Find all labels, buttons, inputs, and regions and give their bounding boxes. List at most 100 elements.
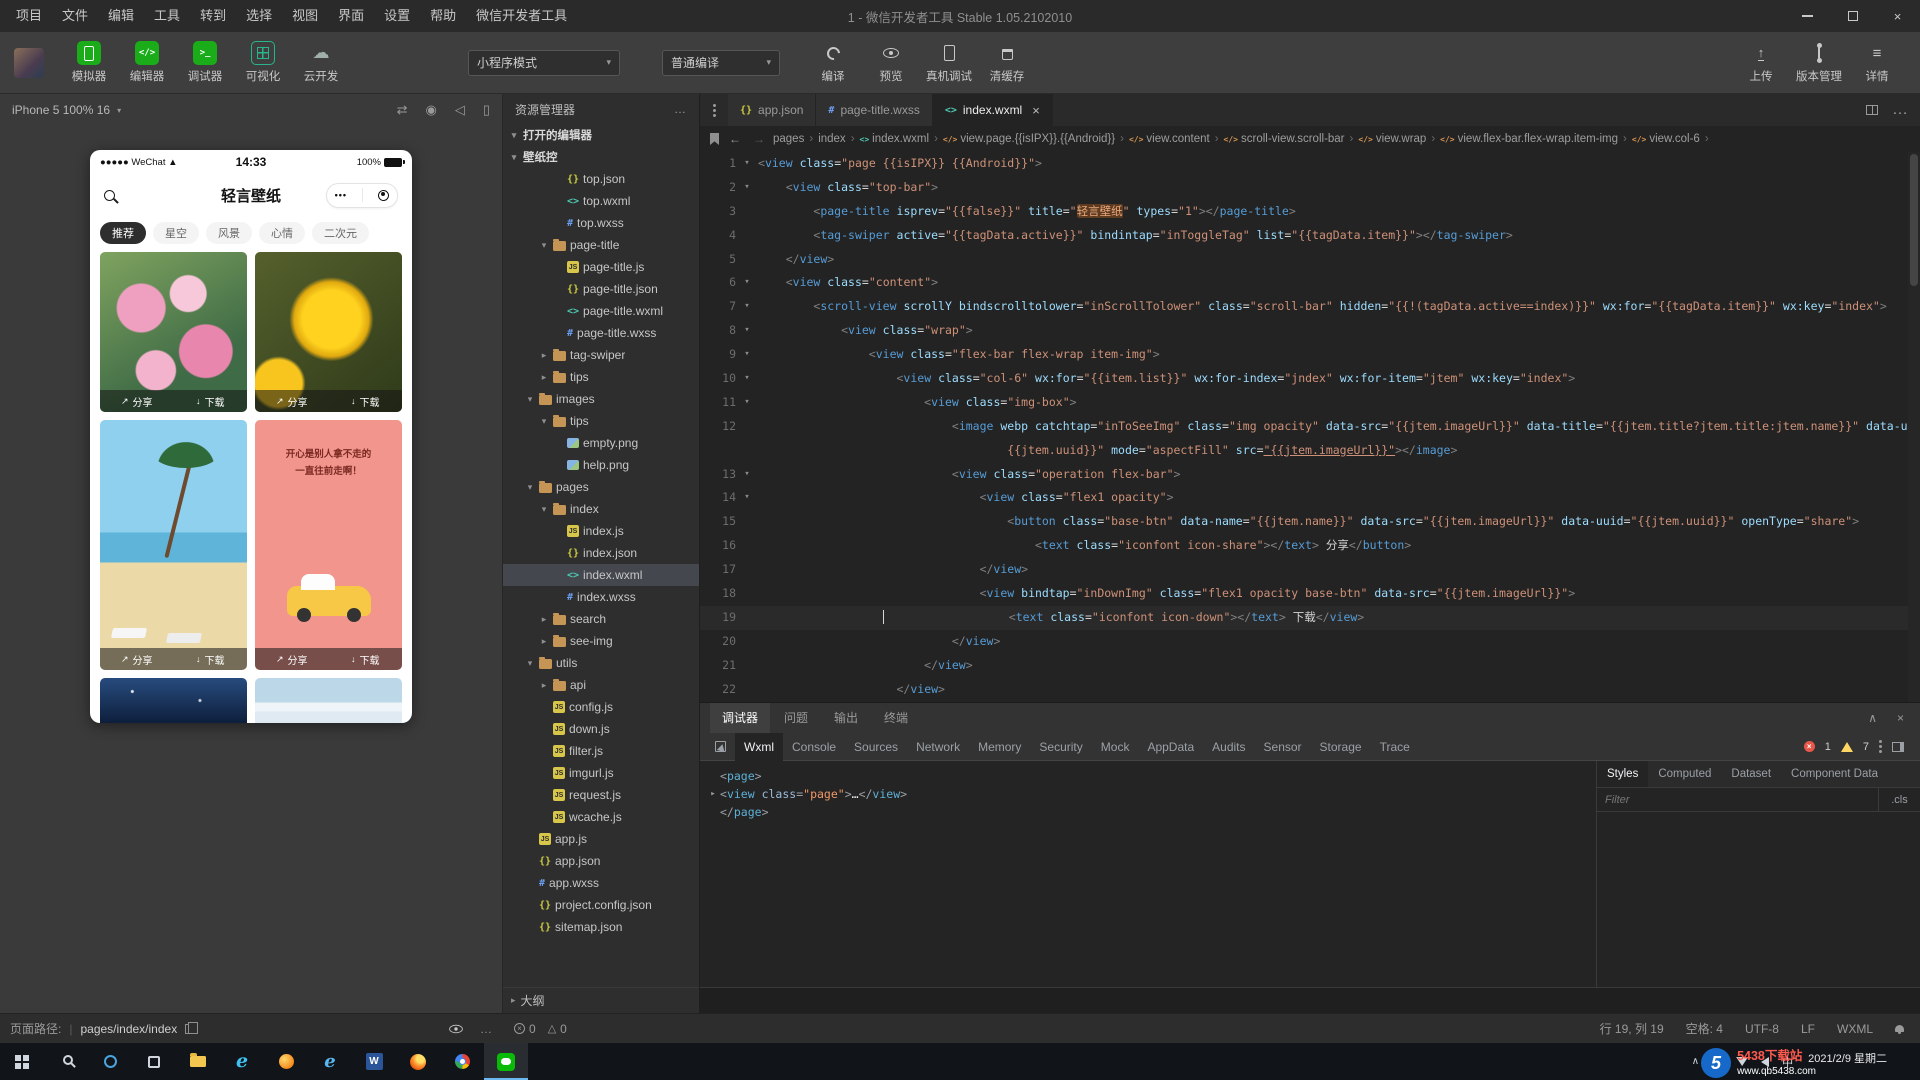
code-line[interactable]: 2▾ <view class="top-bar"> — [700, 176, 1920, 200]
tree-item[interactable]: ▾page-title — [503, 234, 699, 256]
editor-tab[interactable]: {}app.json — [728, 94, 816, 126]
dom-tree-row[interactable]: </page> — [700, 803, 1596, 821]
tree-item[interactable]: help.png — [503, 454, 699, 476]
fold-icon[interactable]: ▾ — [736, 271, 758, 295]
multi-device-icon[interactable]: ▯ — [483, 102, 490, 118]
taskbar-app-start-icon[interactable] — [0, 1043, 44, 1080]
toolbar-button[interactable]: 模拟器 — [60, 41, 118, 84]
taskbar-app-orange-icon[interactable] — [264, 1043, 308, 1080]
tree-item[interactable]: ▾index — [503, 498, 699, 520]
more-icon[interactable]: … — [1892, 101, 1908, 119]
taskbar-app-cortana-icon[interactable] — [88, 1043, 132, 1080]
debugger-panel-tab[interactable]: 输出 — [822, 703, 870, 733]
code-line[interactable]: 19 <text class="iconfont icon-down"></te… — [700, 606, 1920, 630]
preview-eye-icon[interactable] — [449, 1024, 463, 1033]
tree-item[interactable]: empty.png — [503, 432, 699, 454]
share-button[interactable]: ↗分享 — [100, 648, 174, 670]
devtools-tab[interactable]: Wxml — [735, 733, 783, 761]
editor-tab[interactable]: #page-title.wxss — [816, 94, 932, 126]
notifications-bell-icon[interactable] — [1895, 1025, 1904, 1032]
code-line[interactable]: 16 <text class="iconfont icon-share"></t… — [700, 534, 1920, 558]
devtools-tab[interactable]: Console — [783, 733, 845, 761]
taskbar-app-word-icon[interactable]: W — [352, 1043, 396, 1080]
fold-icon[interactable]: ▾ — [736, 391, 758, 415]
console-drawer[interactable] — [700, 987, 1920, 1013]
devtools-tab[interactable]: Trace — [1371, 733, 1419, 761]
tree-item[interactable]: ▸search — [503, 608, 699, 630]
menubar-item[interactable]: 微信开发者工具 — [466, 0, 577, 32]
tree-item[interactable]: {}page-title.json — [503, 278, 699, 300]
breadcrumb-item[interactable]: index — [818, 133, 846, 145]
category-tab[interactable]: 推荐 — [100, 222, 146, 244]
code-line[interactable]: 4 <tag-swiper active="{{tagData.active}}… — [700, 224, 1920, 248]
breadcrumb-item[interactable]: pages — [773, 133, 804, 145]
tree-item[interactable]: #app.wxss — [503, 872, 699, 894]
rotate-icon[interactable]: ⇄ — [397, 102, 408, 118]
toolbar-button[interactable]: 版本管理 — [1790, 41, 1848, 84]
tree-item[interactable]: ▸tips — [503, 366, 699, 388]
category-tab[interactable]: 星空 — [153, 222, 199, 244]
tree-item[interactable]: ▾tips — [503, 410, 699, 432]
close-icon[interactable]: × — [1897, 711, 1904, 725]
expand-icon[interactable]: ▸ — [706, 785, 720, 803]
breadcrumb-item[interactable]: </>view.wrap — [1358, 133, 1426, 145]
debugger-panel-tab[interactable]: 调试器 — [710, 703, 770, 733]
code-line[interactable]: 22 </view> — [700, 678, 1920, 702]
fold-icon[interactable]: ▾ — [736, 463, 758, 487]
share-button[interactable]: ↗分享 — [255, 390, 329, 412]
fold-icon[interactable]: ▾ — [736, 367, 758, 391]
encoding-setting[interactable]: UTF-8 — [1745, 1022, 1779, 1036]
wallpaper-card[interactable]: ↗分享↓下载 — [100, 420, 247, 670]
tree-item[interactable]: #top.wxss — [503, 212, 699, 234]
tree-item[interactable]: JSdown.js — [503, 718, 699, 740]
tree-item[interactable]: <>index.wxml — [503, 564, 699, 586]
tree-item[interactable]: {}index.json — [503, 542, 699, 564]
breadcrumb-item[interactable]: </>view.flex-bar.flex-wrap.item-img — [1440, 133, 1618, 145]
toolbar-button[interactable]: 清缓存 — [978, 41, 1036, 84]
cls-button[interactable]: .cls — [1878, 788, 1920, 812]
tree-item[interactable]: ▸tag-swiper — [503, 344, 699, 366]
taskbar-app-taskview-icon[interactable] — [132, 1043, 176, 1080]
menubar-item[interactable]: 帮助 — [420, 0, 466, 32]
share-button[interactable]: ↗分享 — [100, 390, 174, 412]
tree-item[interactable]: JSwcache.js — [503, 806, 699, 828]
tree-item[interactable]: ▸see-img — [503, 630, 699, 652]
tree-item[interactable]: JSconfig.js — [503, 696, 699, 718]
download-button[interactable]: ↓下载 — [329, 648, 403, 670]
code-editor[interactable]: 1▾<view class="page {{isIPX}} {{Android}… — [700, 152, 1920, 702]
toolbar-button[interactable]: ↑上传 — [1732, 41, 1790, 84]
tree-item[interactable]: <>page-title.wxml — [503, 300, 699, 322]
devtools-tab[interactable]: Sources — [845, 733, 907, 761]
devtools-tab[interactable]: Network — [907, 733, 969, 761]
more-icon[interactable]: ••• — [335, 190, 347, 200]
download-button[interactable]: ↓下载 — [329, 390, 403, 412]
dom-tree-row[interactable]: ▸<view class="page">…</view> — [700, 785, 1596, 803]
fold-icon[interactable]: ▾ — [736, 295, 758, 319]
debugger-panel-tab[interactable]: 问题 — [772, 703, 820, 733]
code-line[interactable]: 14▾ <view class="flex1 opacity"> — [700, 486, 1920, 510]
record-icon[interactable]: ◉ — [426, 102, 437, 118]
explorer-section-header[interactable]: ▾壁纸控 — [503, 146, 699, 168]
inspect-element-icon[interactable] — [715, 741, 726, 752]
tree-item[interactable]: ▾pages — [503, 476, 699, 498]
code-line[interactable]: 20 </view> — [700, 630, 1920, 654]
filter-input[interactable] — [1605, 794, 1878, 806]
styles-tab[interactable]: Component Data — [1781, 761, 1888, 788]
breadcrumb-item[interactable]: </>view.content — [1129, 133, 1210, 145]
menubar-item[interactable]: 文件 — [52, 0, 98, 32]
problems-indicator[interactable]: ×0 △0 — [502, 1022, 579, 1036]
more-icon[interactable]: … — [480, 1022, 492, 1036]
split-editor-icon[interactable] — [1866, 105, 1878, 115]
code-line[interactable]: 7▾ <scroll-view scrollY bindscrolltolowe… — [700, 295, 1920, 319]
fold-icon[interactable]: ▾ — [736, 486, 758, 510]
tree-item[interactable]: {}top.json — [503, 168, 699, 190]
taskbar-app-folder-icon[interactable] — [176, 1043, 220, 1080]
close-button[interactable]: × — [1875, 0, 1920, 32]
code-line[interactable]: 10▾ <view class="col-6" wx:for="{{item.l… — [700, 367, 1920, 391]
language-mode[interactable]: WXML — [1837, 1022, 1873, 1036]
maximize-button[interactable] — [1830, 0, 1875, 32]
menubar-item[interactable]: 选择 — [236, 0, 282, 32]
code-line[interactable]: 5 </view> — [700, 248, 1920, 272]
more-actions-icon[interactable]: … — [674, 102, 687, 116]
tree-item[interactable]: ▾images — [503, 388, 699, 410]
